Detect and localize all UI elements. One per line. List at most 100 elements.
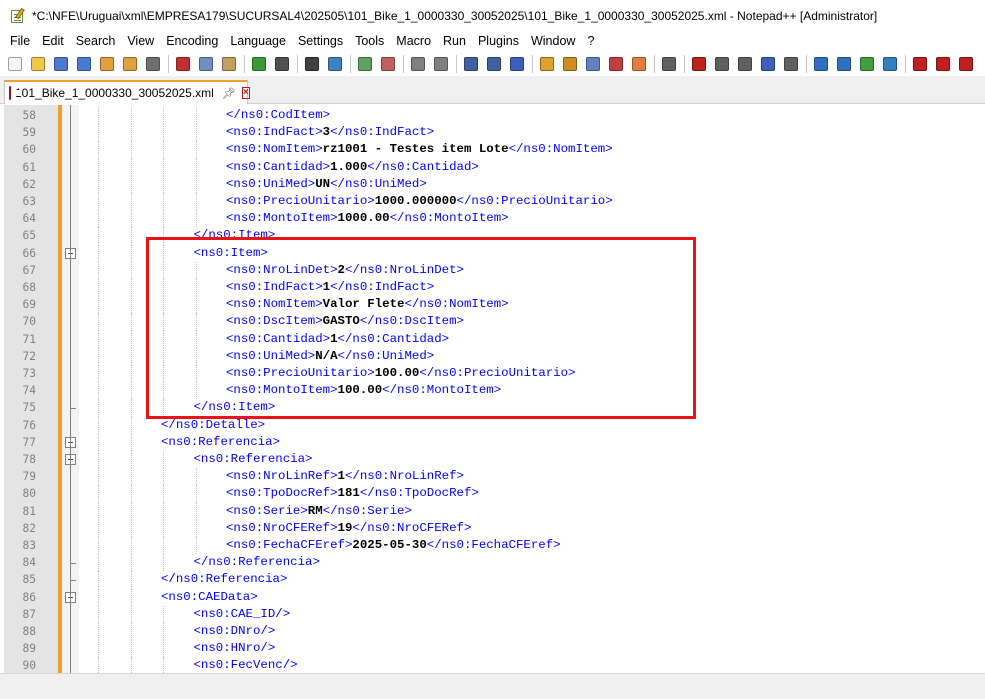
- print-icon[interactable]: [144, 55, 162, 73]
- zoom-out-icon[interactable]: [379, 55, 397, 73]
- code-line[interactable]: 79 <ns0:NroLinRef>1</ns0:NroLinRef>: [0, 468, 985, 486]
- code-line[interactable]: 85 </ns0:Referencia>: [0, 571, 985, 589]
- code-line[interactable]: 90 <ns0:FecVenc/>: [0, 657, 985, 675]
- menu-run[interactable]: Run: [437, 31, 472, 51]
- code-line[interactable]: 77 <ns0:Referencia>: [0, 433, 985, 451]
- save-all-icon[interactable]: [75, 55, 93, 73]
- code-line[interactable]: 61 <ns0:Cantidad>1.000</ns0:Cantidad>: [0, 158, 985, 176]
- line-number: 80: [22, 487, 36, 501]
- line-number: 85: [22, 573, 36, 587]
- indent-guide: [130, 296, 132, 314]
- indent-guide: [130, 640, 132, 658]
- code-line[interactable]: 88 <ns0:DNro/>: [0, 623, 985, 641]
- code-line[interactable]: 84 </ns0:Referencia>: [0, 554, 985, 572]
- word-wrap-icon[interactable]: [462, 55, 480, 73]
- copy-icon[interactable]: [197, 55, 215, 73]
- doc-list-icon[interactable]: [584, 55, 602, 73]
- menu-macro[interactable]: Macro: [390, 31, 437, 51]
- xml-tag: <ns0:PrecioUnitario>: [226, 194, 375, 208]
- undo-icon[interactable]: [250, 55, 268, 73]
- indent-guide: [98, 416, 99, 434]
- tab-file[interactable]: 101_Bike_1_0000330_30052025.xml 📌︎ ×: [4, 80, 250, 104]
- indent-guide: [98, 210, 99, 228]
- paste-icon[interactable]: [220, 55, 238, 73]
- json-icon[interactable]: [812, 55, 830, 73]
- zoom-in-icon[interactable]: [356, 55, 374, 73]
- code-line[interactable]: 59 <ns0:IndFact>3</ns0:IndFact>: [0, 124, 985, 142]
- replace-icon[interactable]: [326, 55, 344, 73]
- tab-close-icon[interactable]: ×: [241, 87, 250, 99]
- code-line[interactable]: 80 <ns0:TpoDocRef>181</ns0:TpoDocRef>: [0, 485, 985, 503]
- stop-macro-icon[interactable]: [713, 55, 731, 73]
- indent-guide: [195, 210, 197, 228]
- folder-workspace-icon[interactable]: [630, 55, 648, 73]
- indent-guide: [130, 502, 132, 520]
- code-line[interactable]: 62 <ns0:UniMed>UN</ns0:UniMed>: [0, 175, 985, 193]
- cut-icon[interactable]: [174, 55, 192, 73]
- record-macro-icon[interactable]: [690, 55, 708, 73]
- xml-tools-icon[interactable]: [835, 55, 853, 73]
- new-file-icon[interactable]: [6, 55, 24, 73]
- next-icon[interactable]: [957, 55, 975, 73]
- editor[interactable]: 58 </ns0:CodItem> 59 <ns0:IndFact>3</ns0:In…: [0, 105, 985, 675]
- menu-edit[interactable]: Edit: [36, 31, 70, 51]
- udl-icon[interactable]: [538, 55, 556, 73]
- code-line[interactable]: 78 <ns0:Referencia>: [0, 451, 985, 469]
- sync-horizontal-icon[interactable]: [432, 55, 450, 73]
- close-icon[interactable]: [98, 55, 116, 73]
- code-line[interactable]: 81 <ns0:Serie>RM</ns0:Serie>: [0, 502, 985, 520]
- menu-encoding[interactable]: Encoding: [160, 31, 224, 51]
- menu-file[interactable]: File: [4, 31, 36, 51]
- pin-icon[interactable]: 📌︎: [222, 87, 236, 100]
- menu-window[interactable]: Window: [525, 31, 581, 51]
- indent-guide: [163, 158, 164, 176]
- line-number: 70: [22, 315, 36, 329]
- check-icon[interactable]: [858, 55, 876, 73]
- sync-vertical-icon[interactable]: [409, 55, 427, 73]
- doc-map-icon[interactable]: [561, 55, 579, 73]
- redo-icon[interactable]: [273, 55, 291, 73]
- code-line[interactable]: 63 <ns0:PrecioUnitario>1000.000000</ns0:P…: [0, 193, 985, 211]
- code-line[interactable]: 64 <ns0:MontoItem>1000.00</ns0:MontoItem>: [0, 210, 985, 228]
- code-text: <ns0:NroCFERef>19</ns0:NroCFERef>: [226, 520, 471, 537]
- save-icon[interactable]: [52, 55, 70, 73]
- menu-search[interactable]: Search: [70, 31, 122, 51]
- menu-help[interactable]: ?: [581, 31, 600, 51]
- function-list-icon[interactable]: [607, 55, 625, 73]
- run-macro-multiple-icon[interactable]: [759, 55, 777, 73]
- save-macro-icon[interactable]: [782, 55, 800, 73]
- indent-guide: [163, 141, 164, 159]
- code-line[interactable]: 83 <ns0:FechaCFEref>2025-05-30</ns0:Fecha…: [0, 537, 985, 555]
- indent-guide: [130, 141, 132, 159]
- indent-guide: [163, 657, 164, 675]
- menu-tools[interactable]: Tools: [349, 31, 390, 51]
- play-macro-icon[interactable]: [736, 55, 754, 73]
- code-line[interactable]: 58 </ns0:CodItem>: [0, 107, 985, 125]
- indent-guide: [163, 451, 164, 469]
- xml-tag: <ns0:Referencia>: [161, 434, 280, 449]
- code-text: <ns0:Referencia>: [161, 434, 280, 451]
- code-line[interactable]: 82 <ns0:NroCFERef>19</ns0:NroCFERef>: [0, 519, 985, 537]
- all-chars-icon[interactable]: [485, 55, 503, 73]
- code-line[interactable]: 60 <ns0:NomItem>rz1001 - Testes item Lote…: [0, 141, 985, 159]
- code-line[interactable]: 89 <ns0:HNro/>: [0, 640, 985, 658]
- compare-icon[interactable]: [881, 55, 899, 73]
- first-icon[interactable]: [911, 55, 929, 73]
- menu-settings[interactable]: Settings: [292, 31, 349, 51]
- code-line[interactable]: 76 </ns0:Detalle>: [0, 416, 985, 434]
- open-file-icon[interactable]: [29, 55, 47, 73]
- indent-guide: [130, 193, 132, 211]
- menu-language[interactable]: Language: [224, 31, 292, 51]
- prev-icon[interactable]: [934, 55, 952, 73]
- close-all-icon[interactable]: [121, 55, 139, 73]
- menu-view[interactable]: View: [121, 31, 160, 51]
- monitoring-icon[interactable]: [660, 55, 678, 73]
- line-number: 59: [22, 126, 36, 140]
- indent-guide: [163, 210, 164, 228]
- indent-guide-icon[interactable]: [508, 55, 526, 73]
- find-icon[interactable]: [303, 55, 321, 73]
- indent-guide: [98, 433, 99, 451]
- code-line[interactable]: 86 <ns0:CAEData>: [0, 588, 985, 606]
- code-line[interactable]: 87 <ns0:CAE_ID/>: [0, 605, 985, 623]
- menu-plugins[interactable]: Plugins: [472, 31, 525, 51]
